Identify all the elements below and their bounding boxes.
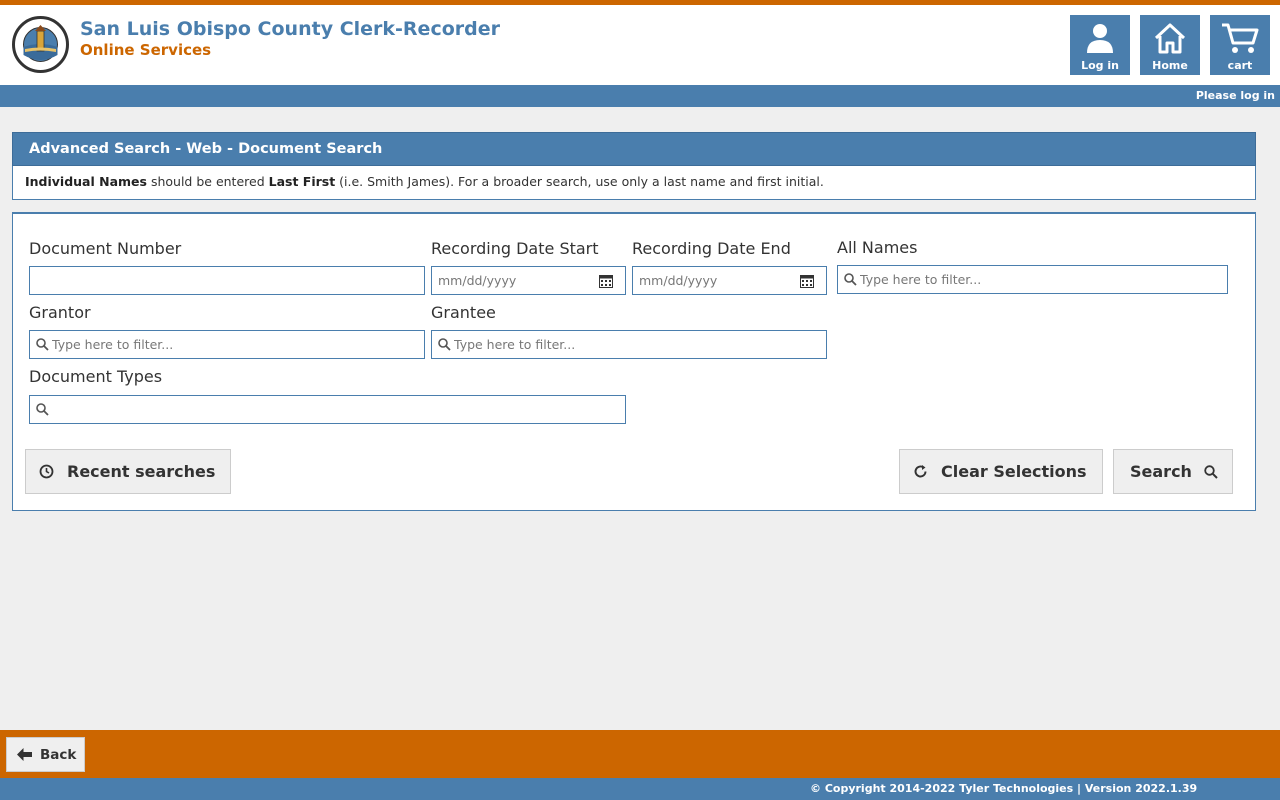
home-icon: [1154, 23, 1186, 54]
document-types-label: Document Types: [29, 367, 163, 386]
calendar-icon[interactable]: [599, 274, 613, 288]
panel-title: Advanced Search - Web - Document Search: [12, 132, 1256, 166]
back-button-label: Back: [40, 746, 77, 763]
home-button[interactable]: Home: [1140, 15, 1200, 75]
cart-button[interactable]: cart: [1210, 15, 1270, 75]
search-icon: [438, 338, 451, 351]
notice-bold-last-first: Last First: [268, 174, 336, 189]
recording-date-end-field: [632, 266, 827, 295]
search-notice: Individual Names should be entered Last …: [12, 166, 1256, 200]
recording-date-start-field: [431, 266, 626, 295]
home-button-label: Home: [1152, 59, 1188, 72]
copyright-text: © Copyright 2014-2022 Tyler Technologies…: [810, 782, 1198, 795]
document-number-input[interactable]: [30, 267, 424, 294]
search-button[interactable]: Search: [1113, 449, 1233, 494]
recording-date-start-label: Recording Date Start: [431, 239, 599, 258]
all-names-input[interactable]: [838, 266, 1227, 293]
grantor-input[interactable]: [30, 331, 424, 358]
recording-date-end-label: Recording Date End: [632, 239, 791, 258]
copyright-bar: © Copyright 2014-2022 Tyler Technologies…: [0, 778, 1280, 800]
search-button-label: Search: [1130, 462, 1192, 481]
document-number-field: [29, 266, 425, 295]
document-number-label: Document Number: [29, 239, 182, 258]
footer-bar: Back: [0, 730, 1280, 778]
search-icon: [844, 273, 857, 286]
document-types-field: [29, 395, 626, 424]
cart-icon: [1222, 23, 1259, 53]
recent-searches-button[interactable]: Recent searches: [25, 449, 231, 494]
search-icon: [1204, 464, 1218, 479]
login-status-link[interactable]: Please log in: [1196, 89, 1275, 102]
site-title: San Luis Obispo County Clerk-Recorder: [80, 18, 500, 40]
recording-date-end-input[interactable]: [633, 267, 826, 294]
site-header: San Luis Obispo County Clerk-Recorder On…: [0, 5, 1280, 85]
grantee-label: Grantee: [431, 303, 496, 322]
clock-icon: [39, 464, 54, 479]
grantee-input[interactable]: [432, 331, 826, 358]
notice-bold-individual-names: Individual Names: [25, 174, 147, 189]
back-button[interactable]: Back: [6, 737, 85, 772]
document-types-input[interactable]: [30, 396, 625, 423]
recent-searches-label: Recent searches: [67, 462, 216, 481]
arrow-left-icon: [17, 748, 32, 761]
cart-button-label: cart: [1227, 59, 1253, 72]
refresh-icon: [914, 465, 927, 478]
login-button[interactable]: Log in: [1070, 15, 1130, 75]
search-icon: [36, 338, 49, 351]
recording-date-start-input[interactable]: [432, 267, 625, 294]
all-names-label: All Names: [837, 238, 918, 257]
grantor-field: [29, 330, 425, 359]
site-subtitle: Online Services: [80, 41, 212, 59]
login-button-label: Log in: [1081, 59, 1119, 72]
status-bar: Please log in: [0, 85, 1280, 107]
notice-text-2: (i.e. Smith James). For a broader search…: [335, 174, 824, 189]
county-seal-logo: [12, 16, 69, 73]
search-form: Document Number Recording Date Start Rec…: [12, 212, 1256, 511]
all-names-field: [837, 265, 1228, 294]
user-icon: [1087, 24, 1113, 53]
clear-selections-button[interactable]: Clear Selections: [899, 449, 1103, 494]
grantee-field: [431, 330, 827, 359]
grantor-label: Grantor: [29, 303, 91, 322]
clear-selections-label: Clear Selections: [941, 462, 1087, 481]
search-icon: [36, 403, 49, 416]
notice-text-1: should be entered: [146, 174, 269, 189]
calendar-icon[interactable]: [800, 274, 814, 288]
